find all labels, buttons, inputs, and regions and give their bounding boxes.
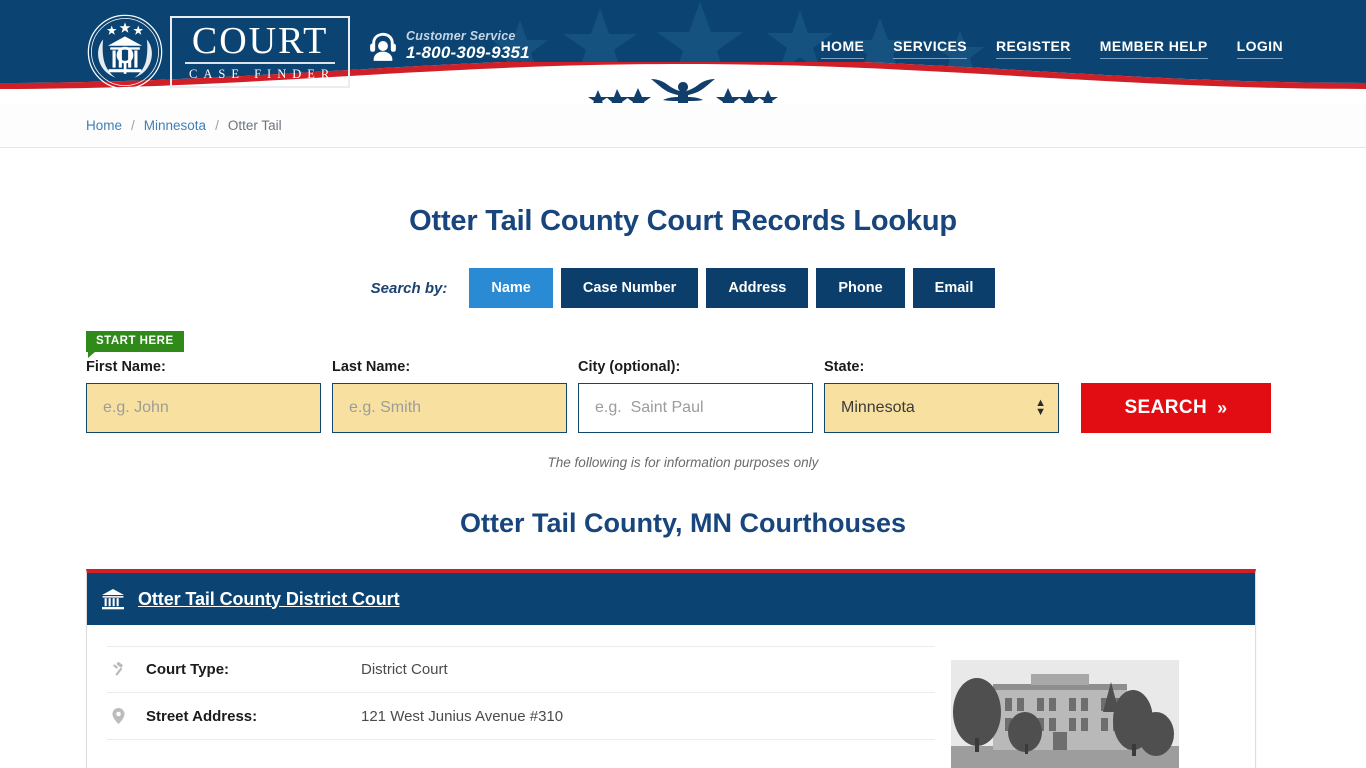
court-details-table: Court Type: District Court Street Addres…: [107, 646, 935, 768]
table-row: Street Address: 121 West Junius Avenue #…: [107, 693, 935, 740]
search-by-label: Search by:: [370, 279, 448, 297]
last-name-input[interactable]: [332, 383, 567, 433]
table-row-partial: [107, 740, 935, 768]
first-name-label: First Name:: [86, 359, 166, 375]
detail-label: Street Address:: [146, 707, 258, 725]
last-name-label: Last Name:: [332, 359, 411, 375]
search-button[interactable]: SEARCH »: [1081, 383, 1271, 433]
logo-title: COURT: [185, 22, 336, 65]
headset-support-icon: [370, 33, 396, 62]
courthouse-photo: [951, 660, 1179, 768]
page-title: Otter Tail County Court Records Lookup: [409, 205, 957, 237]
court-card: Otter Tail County District Court Court T…: [86, 569, 1256, 768]
nav-item-member-help[interactable]: MEMBER HELP: [1099, 38, 1208, 59]
court-name-link[interactable]: Otter Tail County District Court: [138, 589, 400, 610]
tab-search-by-case-number[interactable]: Case Number: [560, 268, 699, 308]
breadcrumb-bar: Home / Minnesota / Otter Tail: [0, 103, 1366, 148]
courthouse-icon: [102, 589, 124, 610]
city-input[interactable]: [578, 383, 813, 433]
section-title: Otter Tail County, MN Courthouses: [459, 508, 906, 538]
site-logo[interactable]: COURT CASE FINDER: [86, 7, 351, 97]
courthouse-seal-icon: [87, 14, 163, 90]
disclaimer-text: The following is for information purpose…: [547, 455, 819, 470]
customer-service-label: Customer Service: [406, 29, 516, 43]
chevron-right-icon: »: [1217, 397, 1228, 418]
detail-value: 121 West Junius Avenue #310: [361, 707, 564, 725]
first-name-input[interactable]: [86, 383, 321, 433]
gavel-icon: [107, 662, 129, 677]
breadcrumb: Home / Minnesota / Otter Tail: [83, 103, 1283, 148]
search-button-label: SEARCH: [1124, 397, 1208, 418]
search-type-tabs: Search by: Name Case Number Address Phon…: [83, 268, 1283, 308]
tab-search-by-address[interactable]: Address: [706, 268, 809, 308]
breadcrumb-item-minnesota[interactable]: Minnesota: [144, 118, 206, 133]
breadcrumb-separator: /: [215, 118, 219, 133]
start-here-badge: START HERE: [86, 331, 184, 359]
tab-search-by-email[interactable]: Email: [912, 268, 996, 308]
main-content: Otter Tail County Court Records Lookup S…: [83, 148, 1283, 768]
nav-item-home[interactable]: HOME: [820, 38, 865, 59]
first-name-field-group: First Name:: [86, 359, 321, 433]
tab-search-by-name[interactable]: Name: [469, 268, 553, 308]
court-card-header: Otter Tail County District Court: [87, 573, 1255, 625]
search-fields-row: First Name: Last Name: City (optional): …: [86, 331, 1283, 433]
state-field-group: State: ▲▼: [824, 359, 1059, 433]
nav-item-services[interactable]: SERVICES: [893, 38, 968, 59]
breadcrumb-item-home[interactable]: Home: [86, 118, 122, 133]
customer-service-phone[interactable]: 1-800-309-9351: [406, 43, 530, 63]
detail-value: District Court: [361, 661, 448, 678]
breadcrumb-separator: /: [131, 118, 135, 133]
logo-wordmark: COURT CASE FINDER: [170, 15, 351, 89]
breadcrumb-item-current: Otter Tail: [227, 118, 282, 133]
table-row: Court Type: District Court: [107, 646, 935, 693]
main-navigation: HOME SERVICES REGISTER MEMBER HELP LOGIN: [820, 38, 1283, 59]
site-header: COURT CASE FINDER Customer Service 1-800…: [0, 0, 1366, 103]
customer-service-block: Customer Service 1-800-309-9351: [369, 29, 530, 64]
logo-subtitle: CASE FINDER: [189, 67, 336, 82]
search-form: START HERE First Name: Last Name: City (…: [83, 331, 1283, 433]
court-photo-column: [935, 646, 1215, 768]
court-card-body: Court Type: District Court Street Addres…: [87, 625, 1255, 768]
state-select[interactable]: [824, 383, 1059, 433]
city-field-group: City (optional):: [578, 359, 813, 433]
nav-item-register[interactable]: REGISTER: [996, 38, 1071, 59]
detail-label: Court Type:: [146, 661, 230, 678]
city-label: City (optional):: [578, 359, 681, 375]
map-pin-icon: [107, 708, 129, 724]
last-name-field-group: Last Name:: [332, 359, 567, 433]
tab-search-by-phone[interactable]: Phone: [816, 268, 905, 308]
nav-item-login[interactable]: LOGIN: [1236, 38, 1283, 59]
state-label: State:: [824, 359, 865, 375]
